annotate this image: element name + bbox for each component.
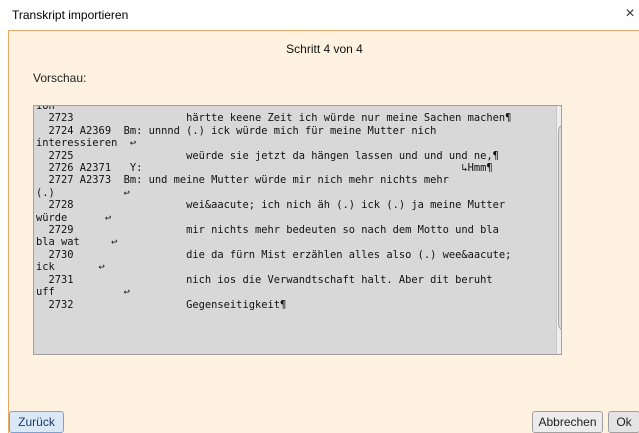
ok-button[interactable]: Ok (608, 411, 639, 433)
scroll-down-arrow-icon[interactable]: ▼ (557, 340, 562, 354)
scroll-thumb[interactable] (558, 124, 561, 331)
title-bar: Transkript importieren × (0, 0, 639, 30)
preview-line: 2727 A2373 Bm: und meine Mutter würde mi… (36, 174, 449, 187)
preview-line: 2729 mir nichts mehr bedeuten so nach de… (36, 224, 499, 237)
step-indicator: Schritt 4 von 4 (286, 42, 363, 56)
vertical-scrollbar[interactable]: ▲ ▼ (556, 106, 562, 354)
preview-line: 2725 weürde sie jetzt da hängen lassen u… (36, 149, 499, 162)
preview-line: bla wat ↩ (36, 236, 118, 249)
window-title: Transkript importieren (12, 8, 129, 22)
preview-line: 2731 nich ios die Verwandtschaft halt. A… (36, 273, 493, 286)
preview-line: 2728 wei&aacute; ich nich äh (.) ick (.)… (36, 199, 506, 212)
preview-line: (.) ↩ (36, 186, 130, 199)
preview-textarea[interactable]: ion 2723 härtte keene Zeit ich würde nur… (33, 105, 562, 355)
preview-line: 2730 die da fürn Mist erzählen alles als… (36, 248, 512, 261)
preview-line: 2723 härtte keene Zeit ich würde nur mei… (36, 112, 512, 125)
preview-line: 2724 A2369 Bm: unnnd (.) ick würde mich … (36, 124, 437, 137)
preview-line: würde ↩ (36, 211, 112, 224)
preview-text: ion 2723 härtte keene Zeit ich würde nur… (34, 105, 558, 311)
dialog-body: Schritt 4 von 4 Vorschau: ion 2723 härtt… (8, 30, 639, 433)
back-button[interactable]: Zurück (9, 411, 64, 433)
close-icon[interactable]: × (621, 5, 639, 23)
cancel-button[interactable]: Abbrechen (532, 411, 603, 433)
preview-line: 2732 Gegenseitigkeit¶ (36, 298, 287, 311)
preview-label: Vorschau: (33, 71, 87, 85)
preview-line: interessieren ↩ (36, 137, 137, 150)
preview-line: ion (36, 105, 55, 112)
preview-line: ick ↩ (36, 261, 105, 274)
scroll-up-arrow-icon[interactable]: ▲ (557, 106, 562, 120)
preview-line: uff ↩ (36, 286, 130, 299)
preview-line: 2726 A2371 Y: ↳Hmm¶ (36, 162, 493, 175)
